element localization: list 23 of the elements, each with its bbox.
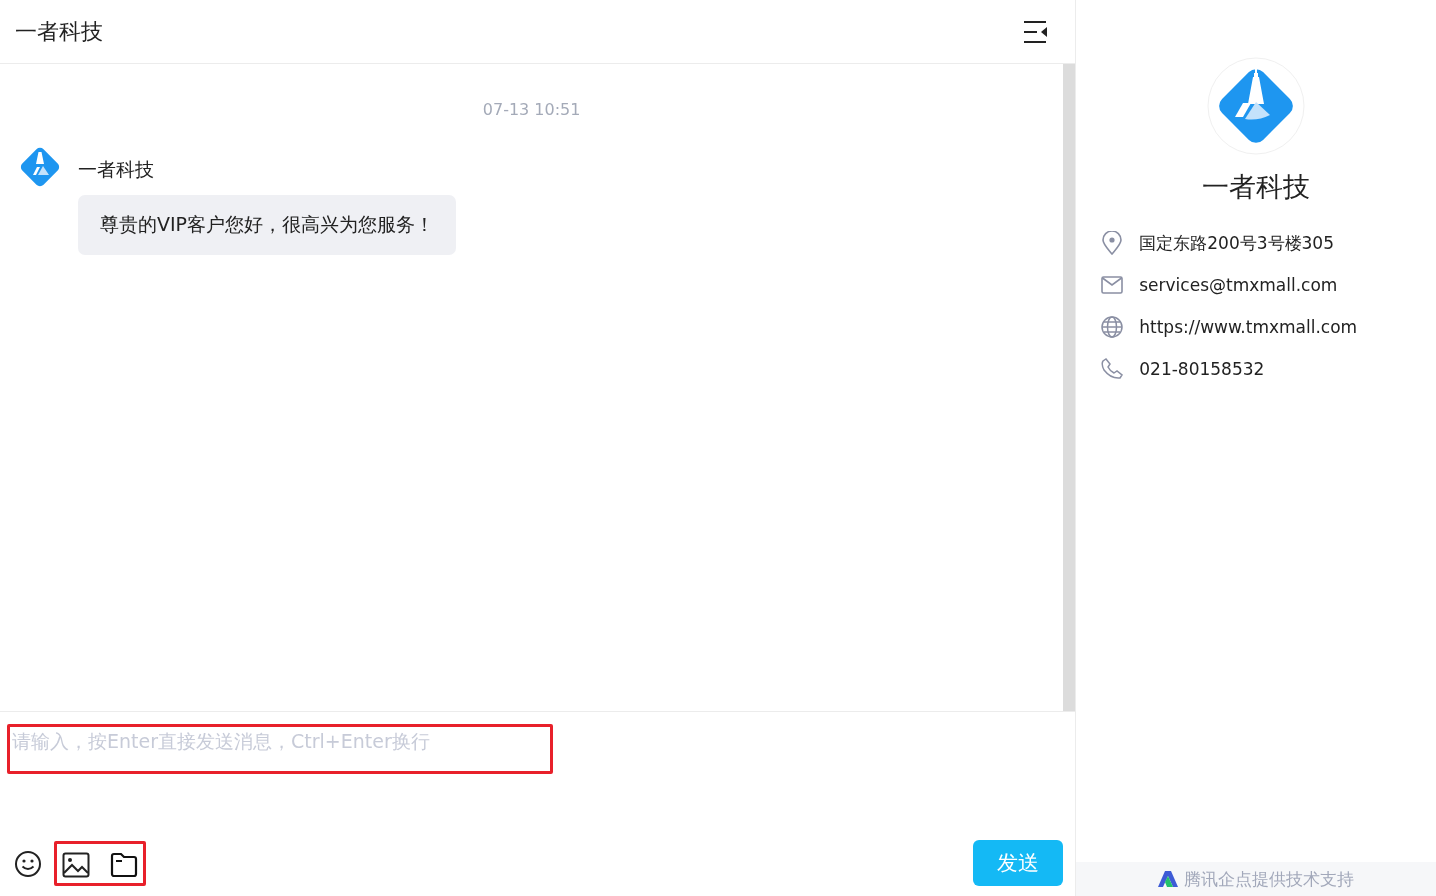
contact-detail: 021-80158532 [1139,359,1265,379]
folder-icon[interactable] [110,852,138,878]
contact-detail: https://www.tmxmall.com [1139,317,1358,337]
emoji-icon[interactable] [14,849,42,878]
message-input-field[interactable]: 请输入，按Enter直接发送消息，Ctrl+Enter换行 [7,724,553,774]
envelope-icon [1100,276,1125,294]
brand-logo-icon [1158,871,1179,887]
message-bubble: 尊贵的VIP客户您好，很高兴为您服务！ [78,195,457,255]
contact-detail: 国定东路200号3号楼305 [1139,231,1334,255]
company-logo-icon [1207,57,1306,155]
scrollbar[interactable] [1063,64,1076,711]
send-button[interactable]: 发送 [973,840,1064,886]
sender-name: 一者科技 [78,157,154,182]
company-name: 一者科技 [1202,170,1311,204]
phone-icon [1100,358,1125,380]
menu-collapse-icon[interactable] [1023,19,1050,44]
chat-title: 一者科技 [15,17,103,46]
powered-by-text: 腾讯企点提供技术支持 [1184,867,1355,891]
globe-icon [1100,316,1125,338]
contact-detail: services@tmxmall.com [1139,275,1338,295]
image-icon[interactable] [62,852,90,878]
location-pin-icon [1100,231,1125,255]
message-timestamp: 07-13 10:51 [481,100,582,119]
